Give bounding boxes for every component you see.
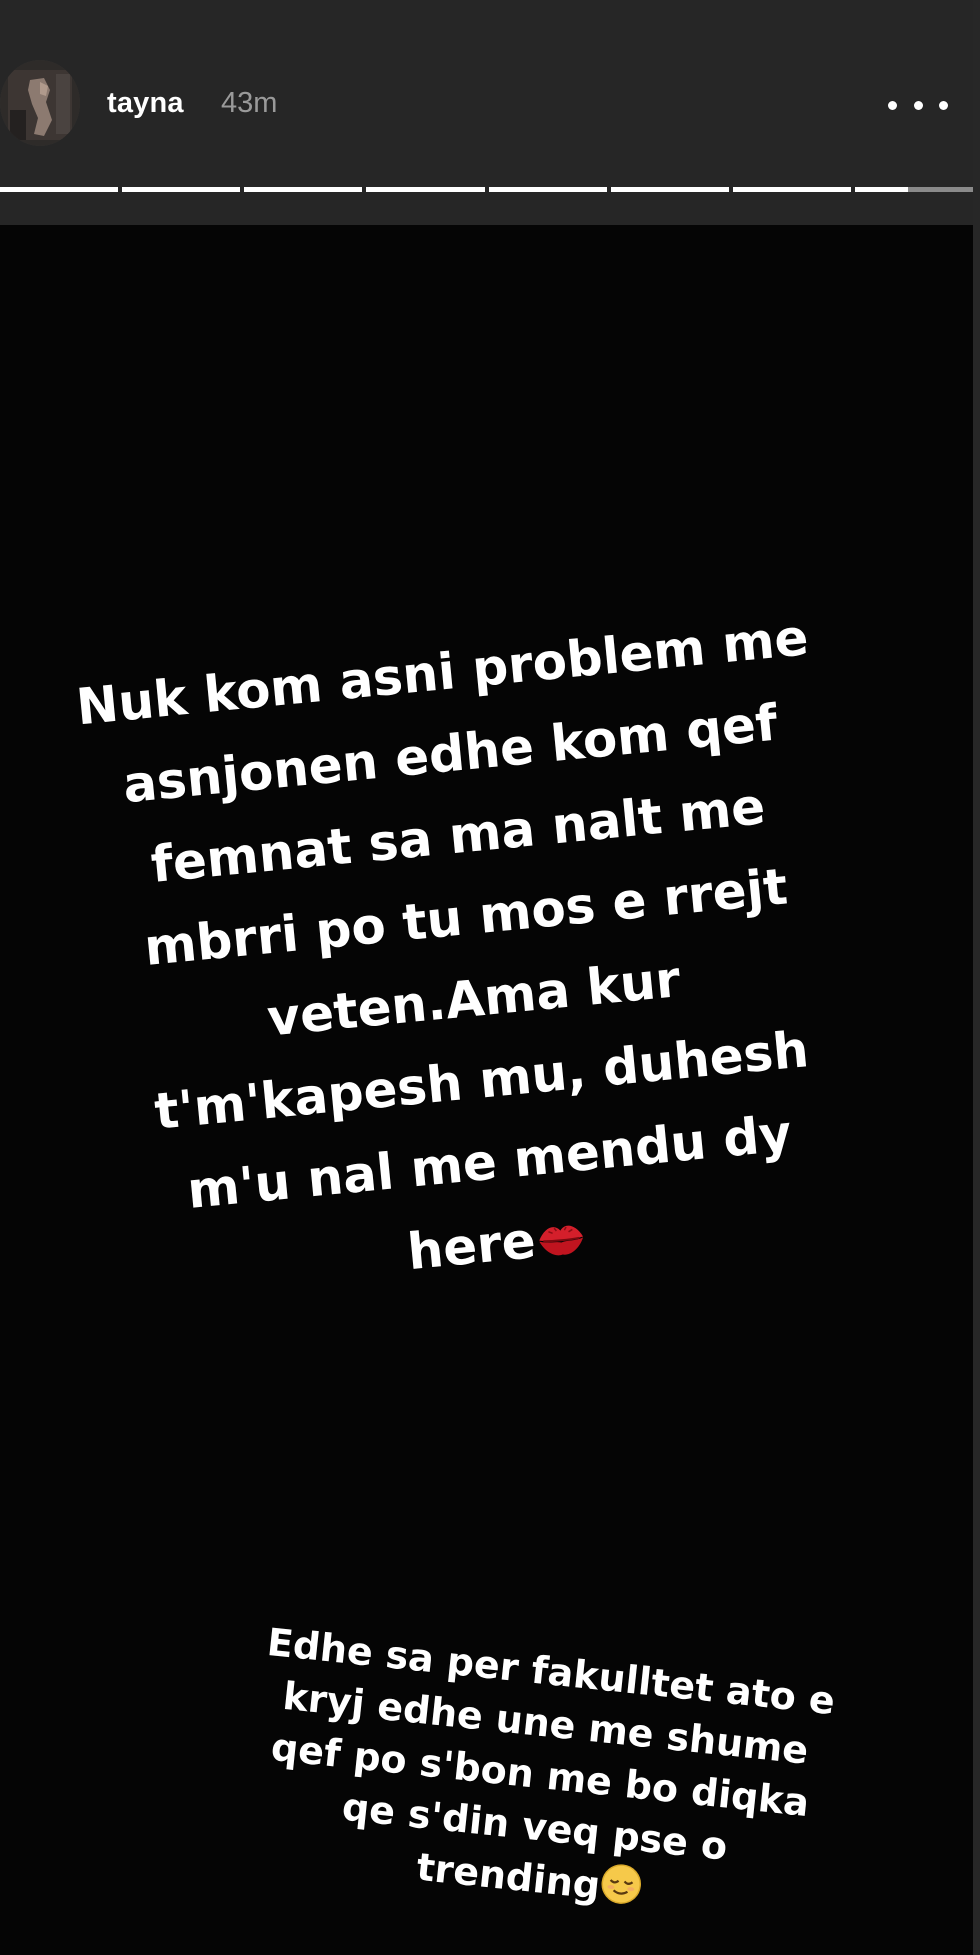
more-dot-icon bbox=[939, 100, 948, 110]
story-progress-segment bbox=[854, 187, 973, 192]
story-text-main-content: Nuk kom asni problem me asnjonen edhe ko… bbox=[73, 608, 812, 1282]
story-progress-segment bbox=[244, 187, 363, 192]
post-time: 43m bbox=[221, 87, 278, 119]
username[interactable]: tayna bbox=[107, 87, 184, 120]
more-dot-icon bbox=[913, 100, 923, 110]
story-progress-segment bbox=[610, 187, 729, 192]
story-content[interactable]: Nuk kom asni problem me asnjonen edhe ko… bbox=[0, 225, 973, 1955]
story-text-secondary: Edhe sa per fakulltet ato e kryj edhe un… bbox=[208, 1612, 872, 1941]
story-progress-segment bbox=[732, 187, 851, 192]
avatar[interactable] bbox=[0, 60, 80, 146]
story-progress-segment bbox=[122, 187, 241, 192]
profile-avatar-icon bbox=[0, 60, 80, 146]
story-progress-fill bbox=[854, 187, 909, 192]
story-text-secondary-content: Edhe sa per fakulltet ato e kryj edhe un… bbox=[265, 1619, 838, 1908]
more-dot-icon bbox=[888, 100, 897, 110]
story-text-main: Nuk kom asni problem me asnjonen edhe ko… bbox=[30, 592, 909, 1327]
story-viewer: tayna 43m Nuk kom asni problem me asnjon… bbox=[0, 0, 980, 1955]
story-progress-segment bbox=[0, 187, 119, 192]
relieved-face-icon bbox=[597, 1861, 645, 1920]
more-options-button[interactable] bbox=[888, 85, 948, 125]
viewer-edge bbox=[973, 0, 980, 1955]
story-progress-segment bbox=[366, 187, 485, 192]
story-progress-segment bbox=[488, 187, 607, 192]
kiss-mark-icon bbox=[532, 1198, 592, 1285]
story-progress-bar bbox=[0, 187, 973, 192]
